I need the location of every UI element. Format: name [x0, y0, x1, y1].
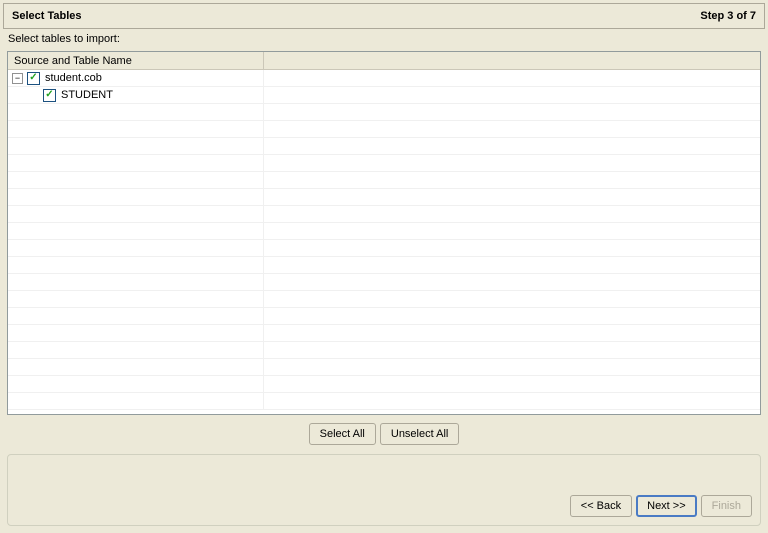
- wizard-container: Select Tables Step 3 of 7 Select tables …: [0, 0, 768, 533]
- back-button[interactable]: << Back: [570, 495, 632, 517]
- column-header-empty[interactable]: [264, 52, 760, 69]
- tree-parent-row[interactable]: − student.cob: [8, 70, 760, 87]
- parent-label: student.cob: [44, 72, 102, 84]
- navigation-panel: << Back Next >> Finish: [7, 454, 761, 526]
- page-title: Select Tables: [12, 10, 82, 22]
- tree-child-row[interactable]: STUDENT: [8, 87, 760, 104]
- step-indicator: Step 3 of 7: [700, 10, 756, 22]
- child-checkbox[interactable]: [43, 89, 56, 102]
- collapse-toggle-icon[interactable]: −: [12, 73, 23, 84]
- grid-lines: [8, 70, 760, 414]
- parent-checkbox[interactable]: [27, 72, 40, 85]
- unselect-all-button[interactable]: Unselect All: [380, 423, 459, 445]
- finish-button: Finish: [701, 495, 752, 517]
- tables-grid: Source and Table Name − student.cob STUD…: [7, 51, 761, 415]
- column-header-source[interactable]: Source and Table Name: [8, 52, 264, 69]
- selection-buttons: Select All Unselect All: [0, 417, 768, 451]
- child-label: STUDENT: [60, 89, 113, 101]
- table-body: − student.cob STUDENT: [8, 70, 760, 414]
- wizard-header: Select Tables Step 3 of 7: [3, 3, 765, 28]
- next-button[interactable]: Next >>: [636, 495, 697, 517]
- instruction-text: Select tables to import:: [3, 29, 765, 49]
- select-all-button[interactable]: Select All: [309, 423, 376, 445]
- table-header-row: Source and Table Name: [8, 52, 760, 70]
